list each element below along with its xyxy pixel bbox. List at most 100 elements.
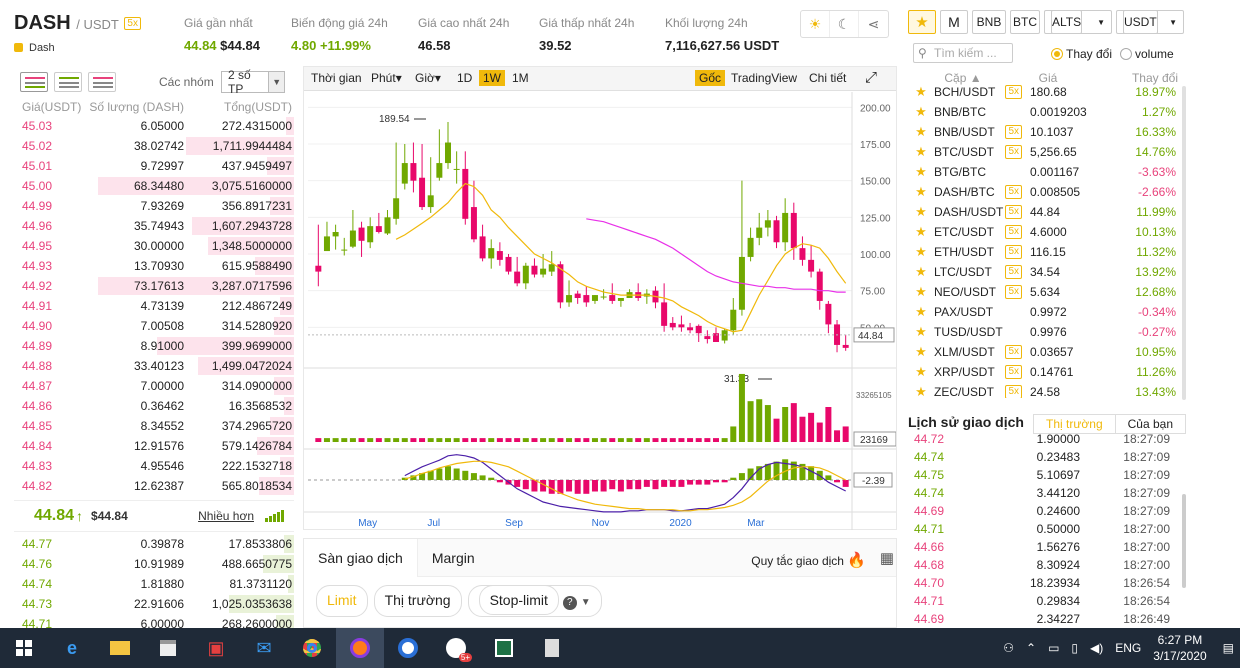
group-select[interactable]: 2 số TP ▼ [221,68,285,96]
radio-volume[interactable] [1120,48,1132,60]
market-row[interactable]: ★ XRP/USDT 5x 0.14761 11.26% [908,362,1186,382]
toggle-volume[interactable]: volume [1120,47,1174,61]
orderbook-buy-icon[interactable] [54,72,82,92]
star-icon[interactable]: ★ [908,164,934,180]
market-row[interactable]: ★ LTC/USDT 5x 34.54 13.92% [908,262,1186,282]
ask-row[interactable]: 44.82 12.62387 565.8018534 [14,476,294,496]
ask-row[interactable]: 44.86 0.36462 16.3568532 [14,396,294,416]
ask-row[interactable]: 45.02 38.02742 1,711.9944484 [14,136,294,156]
ask-row[interactable]: 44.85 8.34552 374.2965720 [14,416,294,436]
star-icon[interactable]: ★ [908,304,934,320]
start-icon[interactable] [0,628,48,668]
ask-row[interactable]: 44.91 4.73139 212.4867249 [14,296,294,316]
markets-scrollbar[interactable] [1182,86,1186,400]
order-limit[interactable]: Limit [316,585,368,617]
chevron-up-icon[interactable]: ⌃ [1026,641,1036,655]
market-row[interactable]: ★ ETC/USDT 5x 4.6000 10.13% [908,222,1186,242]
trading-rules-link[interactable]: Quy tắc giao dịch 🔥 [751,551,866,569]
people-icon[interactable]: ⚇ [1003,641,1014,655]
notifications-icon[interactable]: ▤ [1223,641,1234,655]
battery-icon[interactable]: ▯ [1071,641,1078,655]
chart-canvas[interactable]: 200.00175.00150.00125.00100.0075.0050.00… [304,92,896,530]
ask-row[interactable]: 44.89 8.91000 399.9699000 [14,336,294,356]
store-icon[interactable] [144,628,192,668]
tab-time[interactable]: Thời gian [311,71,362,85]
tab-1w[interactable]: 1W [479,70,505,86]
star-icon[interactable]: ★ [908,84,934,100]
edge-icon[interactable]: e [48,628,96,668]
favorites-star-icon[interactable]: ★ [908,10,936,34]
market-row[interactable]: ★ BNB/BTC 0.0019203 1.27% [908,102,1186,122]
tab-bnb[interactable]: BNB [972,10,1006,34]
market-row[interactable]: ★ ETH/USDT 5x 116.15 11.32% [908,242,1186,262]
network-icon[interactable]: ▭ [1048,641,1059,655]
tab-btc[interactable]: BTC [1010,10,1040,34]
star-icon[interactable]: ★ [908,224,934,240]
market-row[interactable]: ★ NEO/USDT 5x 5.634 12.68% [908,282,1186,302]
search-input[interactable]: Tìm kiếm ... [913,43,1013,63]
star-icon[interactable]: ★ [908,344,934,360]
order-stop-limit[interactable]: Stop-limit ? ▼ [467,585,602,617]
volume-icon[interactable]: ◀) [1090,641,1103,655]
sun-icon[interactable]: ☀ [801,11,830,37]
tab-margin[interactable]: Margin [418,539,489,577]
ask-row[interactable]: 44.96 35.74943 1,607.2943728 [14,216,294,236]
star-icon[interactable]: ★ [908,184,934,200]
market-row[interactable]: ★ TUSD/USDT 0.9976 -0.27% [908,322,1186,342]
tab-details[interactable]: Chi tiết [809,71,846,85]
tab-alts[interactable]: ALTS ▼ [1044,10,1112,34]
tab-spot[interactable]: Sàn giao dịch [304,538,418,577]
tab-1m[interactable]: 1M [512,71,529,85]
ask-row[interactable]: 44.88 33.40123 1,499.0472024 [14,356,294,376]
clock[interactable]: 6:27 PM 3/17/2020 [1153,632,1206,664]
bid-row[interactable]: 44.74 1.81880 81.3731120 [14,574,294,594]
more-link[interactable]: Nhiều hơn [198,509,254,523]
share-icon[interactable]: ⋖ [859,11,888,37]
ask-row[interactable]: 45.03 6.05000 272.4315000 [14,116,294,136]
star-icon[interactable]: ★ [908,384,934,398]
order-market[interactable]: Thị trường [373,585,462,617]
ask-row[interactable]: 44.87 7.00000 314.0900000 [14,376,294,396]
calculator-icon[interactable]: ▦ [880,549,894,567]
star-icon[interactable]: ★ [908,204,934,220]
orderbook-both-icon[interactable] [20,72,48,92]
firefox-icon[interactable] [336,628,384,668]
mail-icon[interactable]: ✉ [240,628,288,668]
star-icon[interactable]: ★ [908,324,934,340]
ask-row[interactable]: 44.84 12.91576 579.1426784 [14,436,294,456]
market-row[interactable]: ★ XLM/USDT 5x 0.03657 10.95% [908,342,1186,362]
calculator-app-icon[interactable] [528,628,576,668]
tab-minute[interactable]: Phút▾ [371,71,402,85]
market-row[interactable]: ★ ZEC/USDT 5x 24.58 13.43% [908,382,1186,398]
coccoc-icon[interactable] [384,628,432,668]
ask-row[interactable]: 44.99 7.93269 356.8917231 [14,196,294,216]
star-icon[interactable]: ★ [908,284,934,300]
fullscreen-icon[interactable]: ⤢ [865,69,877,86]
explorer-icon[interactable] [96,628,144,668]
ask-row[interactable]: 44.83 4.95546 222.1532718 [14,456,294,476]
tab-tradingview[interactable]: TradingView [731,71,797,85]
ask-row[interactable]: 45.01 9.72997 437.9459497 [14,156,294,176]
bid-row[interactable]: 44.76 10.91989 488.6650775 [14,554,294,574]
toggle-change[interactable]: Thay đổi [1051,47,1112,61]
star-icon[interactable]: ★ [908,364,934,380]
star-icon[interactable]: ★ [908,244,934,260]
skype-icon[interactable]: 5+ [432,628,480,668]
star-icon[interactable]: ★ [908,104,934,120]
tab-original[interactable]: Gốc [695,70,726,86]
radio-change[interactable] [1051,48,1063,60]
market-row[interactable]: ★ PAX/USDT 0.9972 -0.34% [908,302,1186,322]
market-row[interactable]: ★ BTC/USDT 5x 5,256.65 14.76% [908,142,1186,162]
ask-row[interactable]: 44.90 7.00508 314.5280920 [14,316,294,336]
language-indicator[interactable]: ENG [1115,641,1141,655]
market-row[interactable]: ★ DASH/BTC 5x 0.008505 -2.66% [908,182,1186,202]
market-row[interactable]: ★ BNB/USDT 5x 10.1037 16.33% [908,122,1186,142]
history-scrollbar[interactable] [1182,494,1186,588]
orderbook-sell-icon[interactable] [88,72,116,92]
market-row[interactable]: ★ BTG/BTC 0.001167 -3.63% [908,162,1186,182]
star-icon[interactable]: ★ [908,264,934,280]
tab-1d[interactable]: 1D [457,71,472,85]
tab-hour[interactable]: Giờ▾ [415,71,441,85]
star-icon[interactable]: ★ [908,124,934,140]
bid-row[interactable]: 44.77 0.39878 17.8533806 [14,534,294,554]
